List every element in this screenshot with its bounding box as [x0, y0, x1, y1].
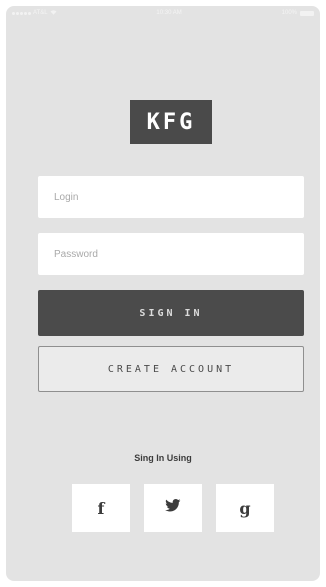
logo-text: KFG — [146, 109, 196, 135]
twitter-button[interactable] — [144, 484, 202, 532]
carrier-label: AT&L — [33, 10, 48, 16]
google-button[interactable]: g — [216, 484, 274, 532]
battery-icon — [300, 10, 314, 16]
create-account-button[interactable]: CREATE ACCOUNT — [38, 346, 304, 392]
facebook-icon: f — [97, 498, 105, 518]
password-field[interactable] — [38, 233, 304, 275]
facebook-button[interactable]: f — [72, 484, 130, 532]
password-input[interactable] — [52, 247, 290, 261]
app-logo: KFG — [130, 100, 212, 144]
status-bar: AT&L 10:30 AM 100% — [6, 6, 320, 20]
alternate-signin-label: Sing In Using — [134, 453, 192, 463]
wifi-icon — [50, 9, 57, 17]
battery: 100% — [282, 10, 314, 16]
login-input[interactable] — [52, 190, 290, 204]
sign-in-label: SIGN IN — [139, 307, 203, 319]
battery-label: 100% — [281, 10, 297, 16]
google-icon: g — [239, 498, 251, 518]
signal-icon — [12, 11, 31, 15]
login-field[interactable] — [38, 176, 304, 218]
twitter-icon — [165, 499, 181, 517]
social-signin-row: f g — [72, 484, 274, 532]
status-left: AT&L — [12, 9, 57, 17]
status-time: 10:30 AM — [156, 10, 182, 16]
sign-in-button[interactable]: SIGN IN — [38, 290, 304, 336]
phone-screen: AT&L 10:30 AM 100% KFG SIGN IN CREATE AC… — [6, 6, 320, 581]
create-account-label: CREATE ACCOUNT — [107, 363, 235, 375]
